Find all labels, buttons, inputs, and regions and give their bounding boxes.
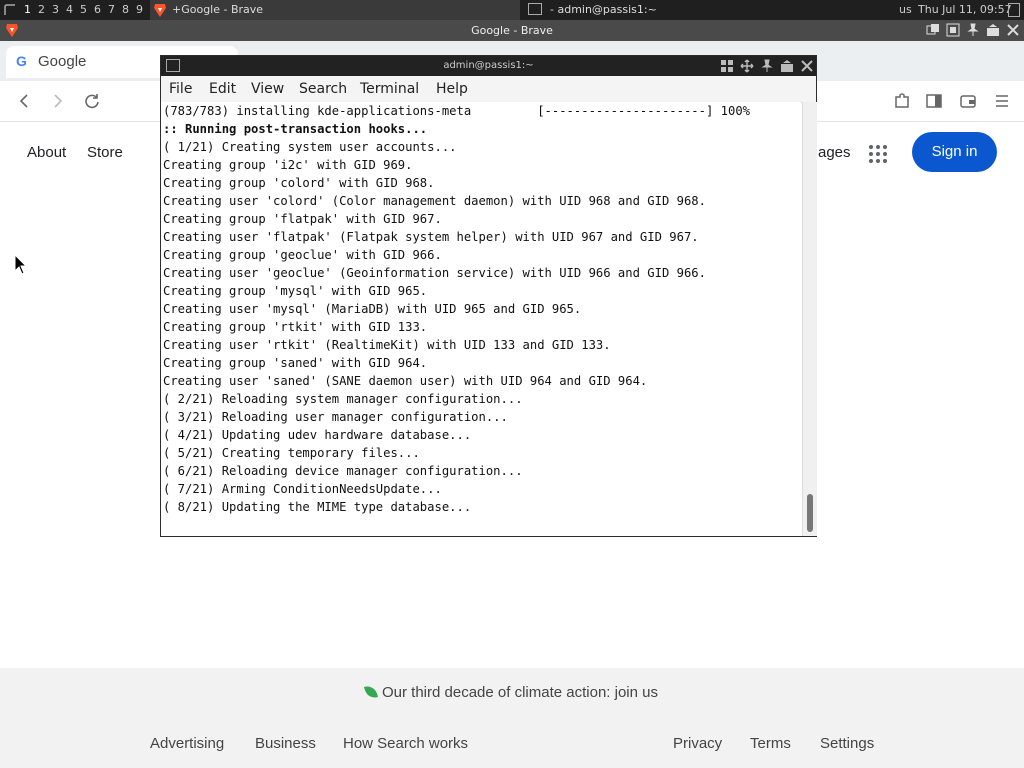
pin-icon[interactable] [760,59,774,76]
workspace-5[interactable]: 5 [80,3,87,16]
workspace-9[interactable]: 9 [136,3,143,16]
footer-terms[interactable]: Terms [750,735,791,752]
maximize-icon[interactable] [780,59,794,76]
task-terminal[interactable]: - admin@passis1:~ [524,0,894,20]
tray-icon[interactable] [1008,3,1020,17]
climate-banner[interactable]: Our third decade of climate action: join… [0,683,1024,701]
terminal-line: Creating group 'flatpak' with GID 967. [163,212,442,226]
terminal-line: Creating user 'flatpak' (Flatpak system … [163,230,699,244]
leaf-icon [363,683,379,701]
workspace-4[interactable]: 4 [66,3,73,16]
google-favicon: G [16,53,27,69]
terminal-line: ( 7/21) Arming ConditionNeedsUpdate... [163,482,442,496]
menu-view[interactable]: View [251,81,284,97]
terminal-line: :: Running post-transaction hooks... [163,122,428,136]
maximize-icon[interactable] [986,23,1000,37]
task-brave-title: Google - Brave [181,3,264,16]
workspace-6[interactable]: 6 [94,3,101,16]
task-brave[interactable]: +Google - Brave [150,0,520,20]
workspace-1[interactable]: 1 [24,3,31,16]
terminal-scrollbar[interactable] [802,102,817,536]
terminal-line: Creating user 'saned' (SANE daemon user)… [163,374,648,388]
sign-in-button[interactable]: Sign in [912,132,997,172]
terminal-line: ( 2/21) Reloading system manager configu… [163,392,523,406]
forward-icon[interactable] [46,89,70,113]
apps-grid-icon[interactable] [869,145,887,163]
terminal-line: ( 3/21) Reloading user manager configura… [163,410,508,424]
menu-icon[interactable] [990,89,1014,113]
footer: Our third decade of climate action: join… [0,668,1024,768]
workspace-3[interactable]: 3 [52,3,59,16]
terminal-line: ( 5/21) Creating temporary files... [163,446,420,460]
brave-titlebar[interactable]: Google - Brave [0,20,1024,41]
footer-privacy[interactable]: Privacy [673,735,722,752]
menu-help[interactable]: Help [436,81,468,97]
terminal-line: Creating group 'mysql' with GID 965. [163,284,428,298]
tile-icon[interactable] [926,23,940,37]
terminal-line: Creating group 'colord' with GID 968. [163,176,435,190]
terminal-output[interactable]: (783/783) installing kde-applications-me… [161,102,801,536]
terminal-line: ( 1/21) Creating system user accounts... [163,140,457,154]
close-icon[interactable] [800,59,814,76]
footer-how-search-works[interactable]: How Search works [343,735,468,752]
clock[interactable]: Thu Jul 11, 09:57 [918,0,1012,20]
menu-edit[interactable]: Edit [209,81,236,97]
top-panel: 1 2 3 4 5 6 7 8 9 +Google - Brave - admi… [0,0,1024,20]
workspace-7[interactable]: 7 [108,3,115,16]
move-icon[interactable] [740,59,754,76]
workspace-2[interactable]: 2 [38,3,45,16]
terminal-icon [528,3,542,15]
back-icon[interactable] [12,89,36,113]
terminal-line: Creating group 'saned' with GID 964. [163,356,428,370]
footer-advertising[interactable]: Advertising [150,735,224,752]
app-menu-icon[interactable] [4,4,16,16]
terminal-line: Creating group 'i2c' with GID 969. [163,158,413,172]
climate-text: Our third decade of climate action: join… [382,684,658,701]
terminal-line: ( 4/21) Updating udev hardware database.… [163,428,472,442]
task-terminal-label: - admin@passis1:~ [550,3,657,16]
tile-icon[interactable] [720,59,734,76]
terminal-line: Creating user 'geoclue' (Geoinformation … [163,266,706,280]
terminal-menubar: File Edit View Search Terminal Help [161,76,816,103]
terminal-title: admin@passis1:~ [443,60,534,71]
menu-file[interactable]: File [169,81,192,97]
images-link[interactable]: ages [818,144,851,161]
footer-business[interactable]: Business [255,735,316,752]
workspace-8[interactable]: 8 [122,3,129,16]
terminal-line: Creating user 'colord' (Color management… [163,194,706,208]
terminal-titlebar[interactable]: admin@passis1:~ [161,56,816,76]
wallet-icon[interactable] [956,89,980,113]
extensions-icon[interactable] [890,89,914,113]
terminal-line: Creating user 'rtkit' (RealtimeKit) with… [163,338,611,352]
keyboard-layout[interactable]: us [899,0,912,20]
pin-icon[interactable] [966,23,980,37]
tab-title: Google [38,53,87,70]
fullscreen-icon[interactable] [946,23,960,37]
brave-lion-icon [152,2,168,18]
task-terminal-title: admin@passis1:~ [557,3,657,16]
terminal-line: Creating group 'rtkit' with GID 133. [163,320,428,334]
terminal-line: Creating group 'geoclue' with GID 966. [163,248,442,262]
footer-settings[interactable]: Settings [820,735,874,752]
mouse-cursor-icon [14,253,28,276]
terminal-window[interactable]: admin@passis1:~ File Edit View Search Te… [160,55,817,537]
terminal-line: ( 6/21) Reloading device manager configu… [163,464,523,478]
scrollbar-thumb[interactable] [807,494,813,532]
task-brave-label: +Google - Brave [172,3,264,16]
terminal-line: ( 8/21) Updating the MIME type database.… [163,500,472,514]
brave-window-title: Google - Brave [471,24,553,37]
store-link[interactable]: Store [87,144,123,161]
menu-search[interactable]: Search [299,81,347,97]
close-icon[interactable] [1006,23,1020,37]
reload-icon[interactable] [80,89,104,113]
terminal-line: Creating user 'mysql' (MariaDB) with UID… [163,302,582,316]
terminal-line: (783/783) installing kde-applications-me… [163,104,750,118]
menu-terminal[interactable]: Terminal [360,81,419,97]
about-link[interactable]: About [27,144,66,161]
sidebar-icon[interactable] [922,89,946,113]
